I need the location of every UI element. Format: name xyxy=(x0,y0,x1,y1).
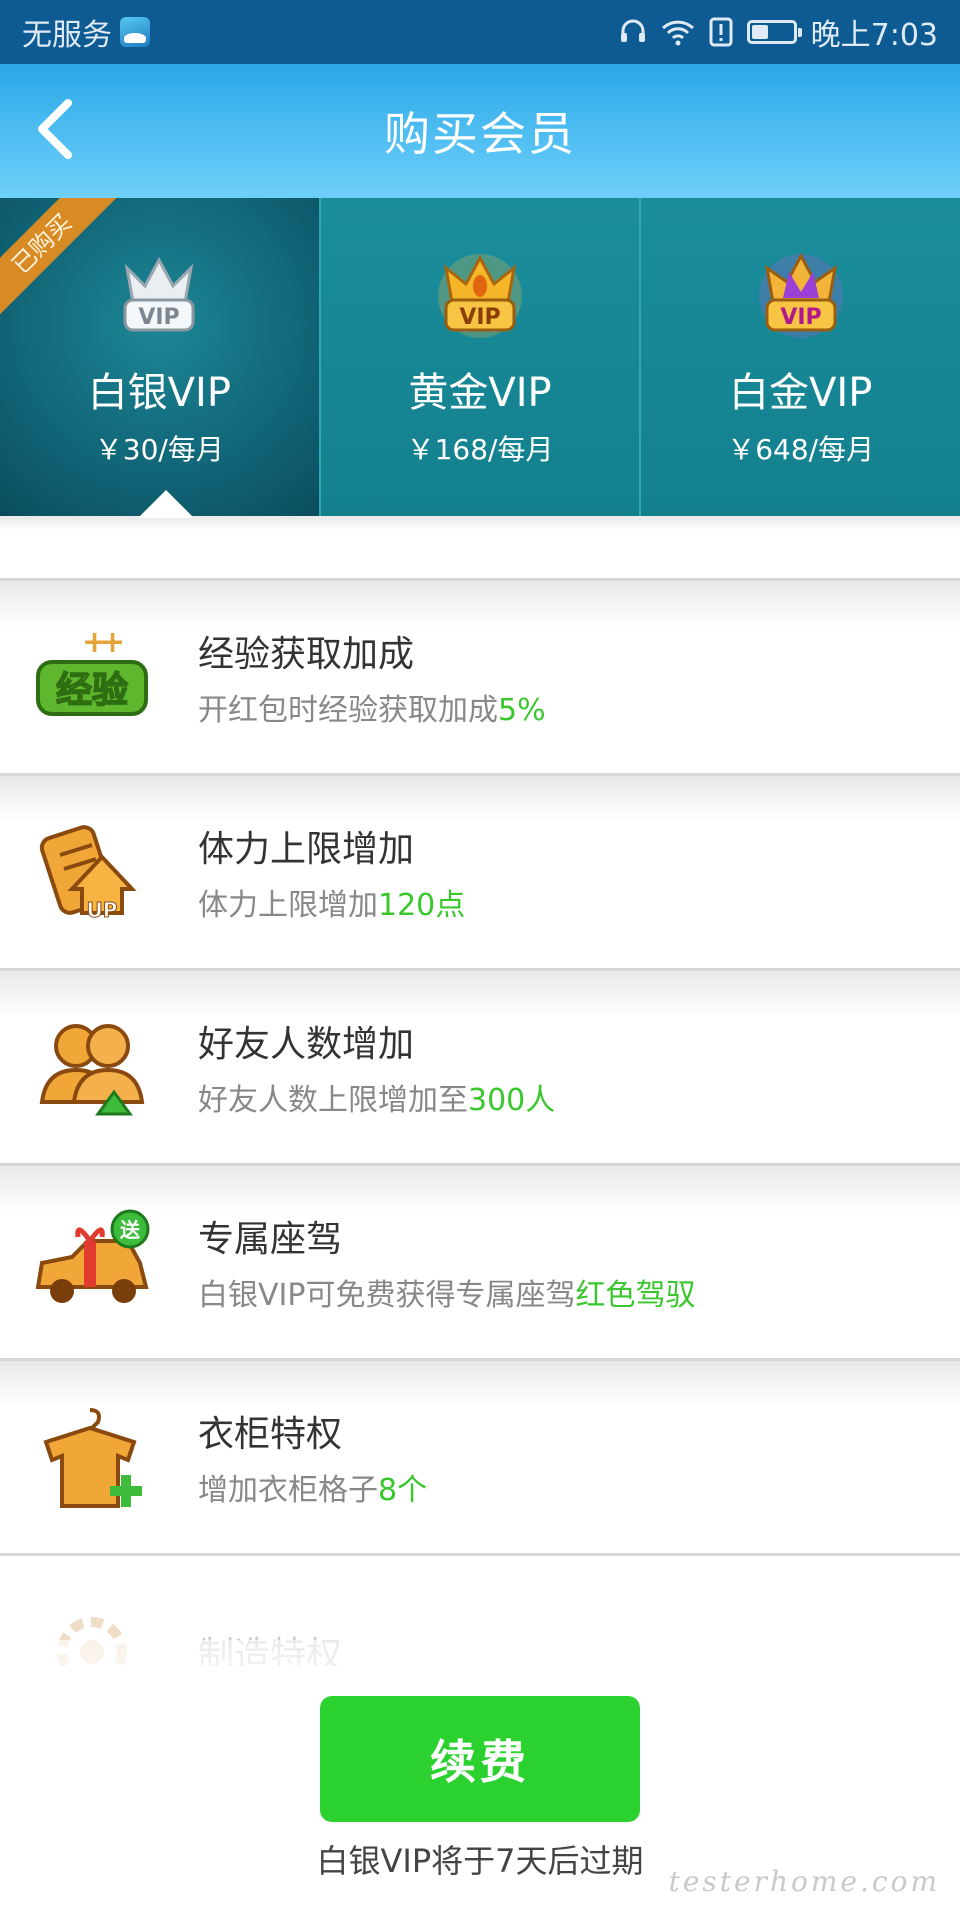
tier-price: ￥30/每月 xyxy=(94,433,224,466)
list-item: 好友人数增加 好友人数上限增加至300人 xyxy=(0,971,960,1166)
privilege-text: 体力上限增加 体力上限增加120点 xyxy=(198,820,465,924)
svg-text:VIP: VIP xyxy=(139,305,180,330)
privilege-highlight: 120点 xyxy=(378,888,466,923)
privilege-text: 专属座驾 白银VIP可免费获得专属座驾红色驾驭 xyxy=(198,1210,695,1314)
page-title: 购买会员 xyxy=(384,107,576,161)
privilege-desc-text: 开红包时经验获取加成 xyxy=(198,693,498,728)
svg-text:+: + xyxy=(100,625,125,660)
purchased-badge: 已购买 xyxy=(0,198,127,329)
privilege-desc-text: 增加衣柜格子 xyxy=(198,1473,378,1508)
privilege-highlight: 300人 xyxy=(468,1083,556,1118)
status-right: 晚上7:03 xyxy=(619,10,938,54)
privilege-desc-text: 白银VIP可免费获得专属座驾 xyxy=(198,1278,576,1313)
stamina-icon-text: UP xyxy=(87,898,118,922)
svg-text:VIP: VIP xyxy=(459,305,500,330)
list-item xyxy=(0,516,960,581)
tier-silver[interactable]: 已购买 VIP 白银VIP ￥30/每月 xyxy=(0,198,319,516)
privilege-title: 好友人数增加 xyxy=(198,1024,415,1065)
stamina-up-icon: UP xyxy=(39,825,137,923)
tier-name: 白金VIP xyxy=(729,370,873,416)
tier-name: 白银VIP xyxy=(87,370,231,416)
svg-text:VIP: VIP xyxy=(780,305,821,330)
privilege-title: 体力上限增加 xyxy=(198,829,415,870)
privilege-title: 专属座驾 xyxy=(198,1219,343,1260)
privilege-desc-text: 体力上限增加 xyxy=(198,888,378,923)
car-gift-icon: 送 xyxy=(35,1209,150,1303)
selected-tier-pointer xyxy=(138,490,194,518)
tier-platinum[interactable]: VIP 白金VIP ￥648/每月 xyxy=(639,198,960,516)
wifi-icon xyxy=(661,20,694,46)
privilege-highlight: 8个 xyxy=(378,1473,428,1508)
platinum-crown-icon: VIP xyxy=(758,252,843,338)
header-bar: 购买会员 xyxy=(0,64,960,198)
friends-icon xyxy=(39,1024,145,1116)
privilege-text: 衣柜特权 增加衣柜格子8个 xyxy=(198,1405,427,1509)
privilege-text: 经验获取加成 开红包时经验获取加成5% xyxy=(198,625,546,729)
watermark: testerhome.com xyxy=(668,1865,940,1898)
tier-name: 黄金VIP xyxy=(408,370,552,416)
alert-icon xyxy=(709,17,733,47)
privilege-highlight: 红色驾驭 xyxy=(575,1278,696,1313)
vip-tier-tabs: 已购买 VIP 白银VIP ￥30/每月 VIP 黄金VIP ￥168/每月 V… xyxy=(0,198,960,516)
privilege-desc: 好友人数上限增加至300人 xyxy=(198,1075,555,1119)
status-time: 晚上7:03 xyxy=(810,18,938,53)
tier-gold[interactable]: VIP 黄金VIP ￥168/每月 xyxy=(318,198,640,516)
headset-icon xyxy=(620,19,645,42)
silver-crown-icon: VIP xyxy=(123,256,195,332)
tier-price: ￥168/每月 xyxy=(406,433,554,466)
gold-crown-icon: VIP xyxy=(438,254,522,338)
privilege-text: 好友人数增加 好友人数上限增加至300人 xyxy=(198,1015,555,1119)
privilege-desc: 白银VIP可免费获得专属座驾红色驾驭 xyxy=(198,1270,695,1314)
app-icon xyxy=(120,17,150,47)
wardrobe-icon xyxy=(43,1408,142,1508)
privilege-title: 经验获取加成 xyxy=(198,634,415,675)
carrier-label: 无服务 xyxy=(22,18,112,53)
list-item: 送 专属座驾 白银VIP可免费获得专属座驾红色驾驭 xyxy=(0,1166,960,1361)
tier-price: ￥648/每月 xyxy=(727,433,875,466)
back-button[interactable] xyxy=(20,94,90,164)
list-item: UP 体力上限增加 体力上限增加120点 xyxy=(0,776,960,971)
list-item: 衣柜特权 增加衣柜格子8个 xyxy=(0,1361,960,1556)
car-gift-icon-text: 送 xyxy=(120,1218,141,1242)
experience-icon: + + 经验 xyxy=(36,625,148,716)
chevron-left-icon xyxy=(38,99,72,159)
privilege-list[interactable]: + + 经验 经验获取加成 开红包时经验获取加成5% UP 体力上限增加 体力上… xyxy=(0,516,960,1666)
list-item: + + 经验 经验获取加成 开红包时经验获取加成5% xyxy=(0,581,960,776)
privilege-title: 衣柜特权 xyxy=(198,1414,343,1455)
status-bar: 无服务 晚上7:03 xyxy=(0,0,960,64)
experience-icon-text: 经验 xyxy=(56,670,128,711)
privilege-desc: 开红包时经验获取加成5% xyxy=(198,685,546,729)
status-left: 无服务 xyxy=(22,10,150,54)
battery-icon xyxy=(746,20,802,44)
privilege-highlight: 5% xyxy=(498,693,546,728)
footer: 续费 白银VIP将于7天后过期 testerhome.com xyxy=(0,1640,960,1920)
renew-button[interactable]: 续费 xyxy=(320,1696,640,1822)
privilege-desc: 体力上限增加120点 xyxy=(198,880,465,924)
privilege-desc: 增加衣柜格子8个 xyxy=(198,1465,427,1509)
privilege-desc-text: 好友人数上限增加至 xyxy=(198,1083,468,1118)
